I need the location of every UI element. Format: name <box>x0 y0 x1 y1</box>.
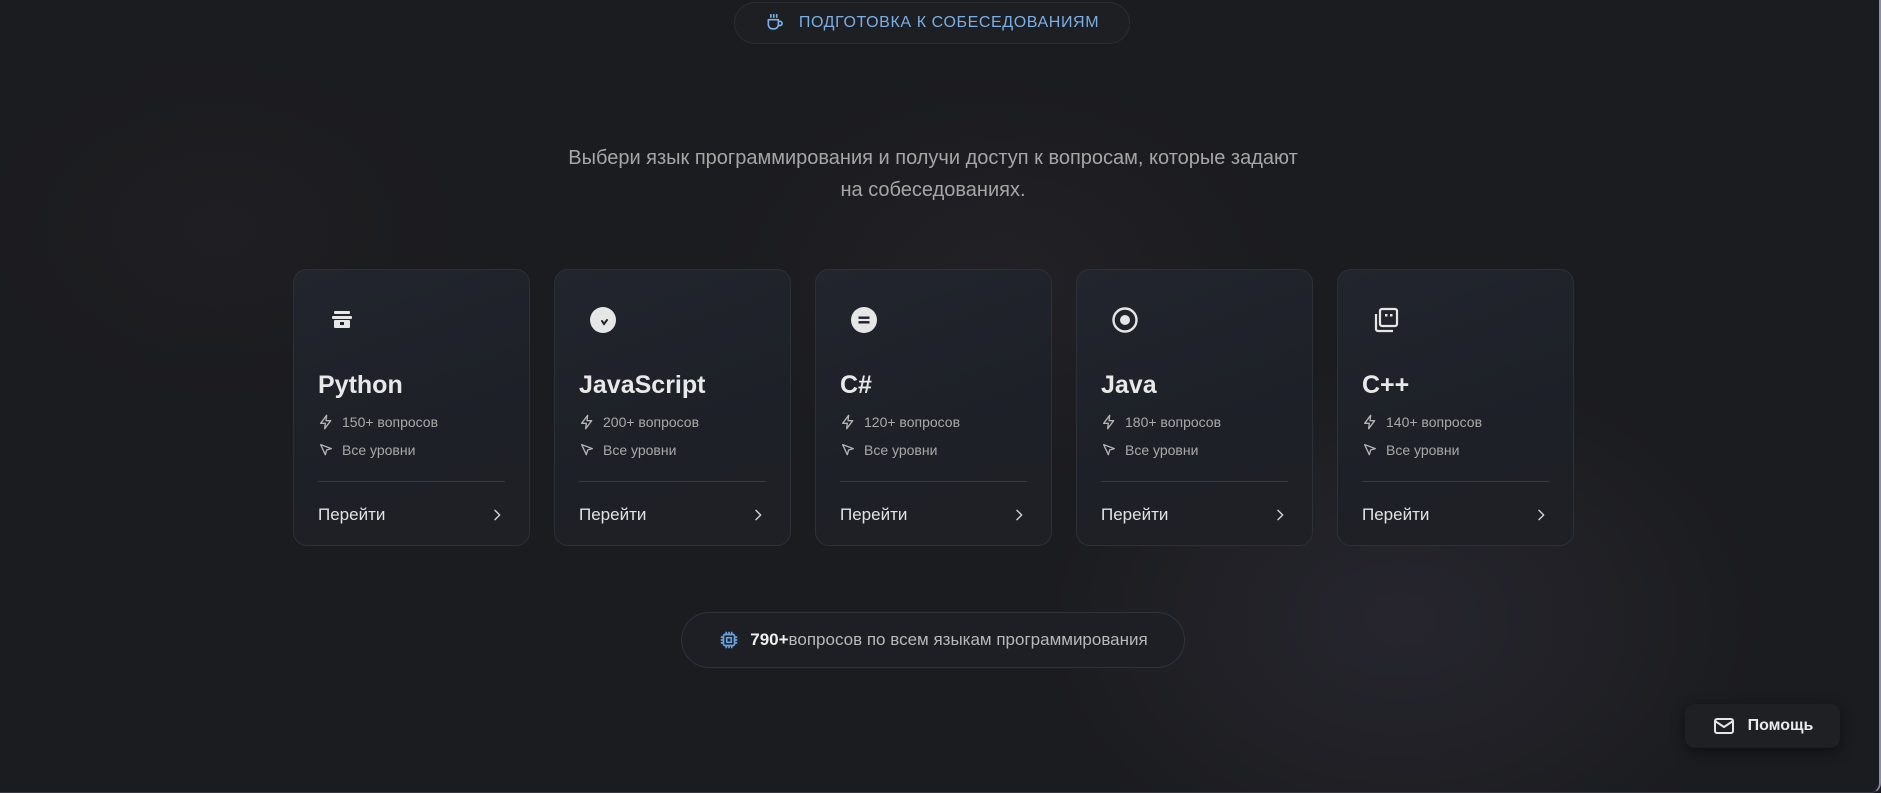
go-button[interactable]: Перейти <box>318 500 505 530</box>
questions-count: 150+ вопросов <box>342 414 439 430</box>
card-divider <box>318 481 505 482</box>
cursor-arrow-icon <box>840 442 856 458</box>
language-card-java[interactable]: Java 180+ вопросов Все уровни Перейти <box>1076 269 1313 546</box>
go-button-label: Перейти <box>1101 505 1169 524</box>
card-divider <box>1362 481 1549 482</box>
page-subtitle: Выбери язык программирования и получи до… <box>568 147 1298 201</box>
lightning-icon <box>840 414 856 430</box>
level-label: Все уровни <box>1125 442 1199 458</box>
total-questions-count: 790+ <box>750 630 789 649</box>
lightning-icon <box>579 414 595 430</box>
language-title: C# <box>840 371 872 399</box>
total-questions-text: вопросов по всем языкам программирования <box>788 630 1148 649</box>
go-button[interactable]: Перейти <box>1101 500 1288 530</box>
card-divider <box>840 481 1027 482</box>
questions-count: 140+ вопросов <box>1386 414 1483 430</box>
lightning-icon <box>318 414 334 430</box>
go-button[interactable]: Перейти <box>579 500 766 530</box>
language-cards: Python 150+ вопросов Все уровни Перейти <box>293 269 1574 546</box>
section-badge-label: ПОДГОТОВКА К СОБЕСЕДОВАНИЯМ <box>798 14 1100 31</box>
language-title: Python <box>318 371 403 399</box>
language-card-csharp[interactable]: C# 120+ вопросов Все уровни Перейти <box>815 269 1052 546</box>
chevron-right-icon <box>1272 507 1288 523</box>
language-title: Java <box>1101 371 1157 399</box>
go-button[interactable]: Перейти <box>1362 500 1549 530</box>
card-divider <box>1101 481 1288 482</box>
level-row: Все уровни <box>1101 442 1198 458</box>
level-row: Все уровни <box>579 442 676 458</box>
coffee-cup-icon <box>765 13 785 33</box>
chevron-right-icon <box>1011 507 1027 523</box>
language-title: C++ <box>1362 371 1410 399</box>
level-label: Все уровни <box>342 442 416 458</box>
language-card-python[interactable]: Python 150+ вопросов Все уровни Перейти <box>293 269 530 546</box>
level-row: Все уровни <box>1362 442 1459 458</box>
go-button-label: Перейти <box>840 505 908 524</box>
help-button-label: Помощь <box>1747 717 1814 734</box>
level-row: Все уровни <box>318 442 415 458</box>
questions-count: 120+ вопросов <box>864 414 961 430</box>
card-divider <box>579 481 766 482</box>
mail-icon <box>1712 714 1736 738</box>
cpu-chip-icon <box>718 629 740 651</box>
cpp-icon <box>1372 306 1400 334</box>
questions-count: 180+ вопросов <box>1125 414 1222 430</box>
lightning-icon <box>1362 414 1378 430</box>
help-button[interactable]: Помощь <box>1685 704 1840 748</box>
go-button[interactable]: Перейти <box>840 500 1027 530</box>
level-label: Все уровни <box>603 442 677 458</box>
questions-count: 200+ вопросов <box>603 414 700 430</box>
language-card-cpp[interactable]: C++ 140+ вопросов Все уровни Перейти <box>1337 269 1574 546</box>
questions-count-row: 120+ вопросов <box>840 414 960 430</box>
level-row: Все уровни <box>840 442 937 458</box>
go-button-label: Перейти <box>318 505 386 524</box>
questions-count-row: 200+ вопросов <box>579 414 699 430</box>
chevron-right-icon <box>750 507 766 523</box>
questions-count-row: 180+ вопросов <box>1101 414 1221 430</box>
section-badge: ПОДГОТОВКА К СОБЕСЕДОВАНИЯМ <box>734 2 1130 44</box>
total-questions-badge: 790+ вопросов по всем языкам программиро… <box>681 612 1185 668</box>
go-button-label: Перейти <box>579 505 647 524</box>
level-label: Все уровни <box>864 442 938 458</box>
csharp-icon <box>850 306 878 334</box>
go-button-label: Перейти <box>1362 505 1430 524</box>
cursor-arrow-icon <box>579 442 595 458</box>
chevron-right-icon <box>1533 507 1549 523</box>
java-icon <box>1111 306 1139 334</box>
level-label: Все уровни <box>1386 442 1460 458</box>
cursor-arrow-icon <box>1101 442 1117 458</box>
javascript-icon <box>589 306 617 334</box>
chevron-right-icon <box>489 507 505 523</box>
cursor-arrow-icon <box>318 442 334 458</box>
questions-count-row: 150+ вопросов <box>318 414 438 430</box>
language-card-javascript[interactable]: JavaScript 200+ вопросов Все уровни Пере… <box>554 269 791 546</box>
cursor-arrow-icon <box>1362 442 1378 458</box>
language-title: JavaScript <box>579 371 706 399</box>
questions-count-row: 140+ вопросов <box>1362 414 1482 430</box>
lightning-icon <box>1101 414 1117 430</box>
python-icon <box>328 306 356 334</box>
